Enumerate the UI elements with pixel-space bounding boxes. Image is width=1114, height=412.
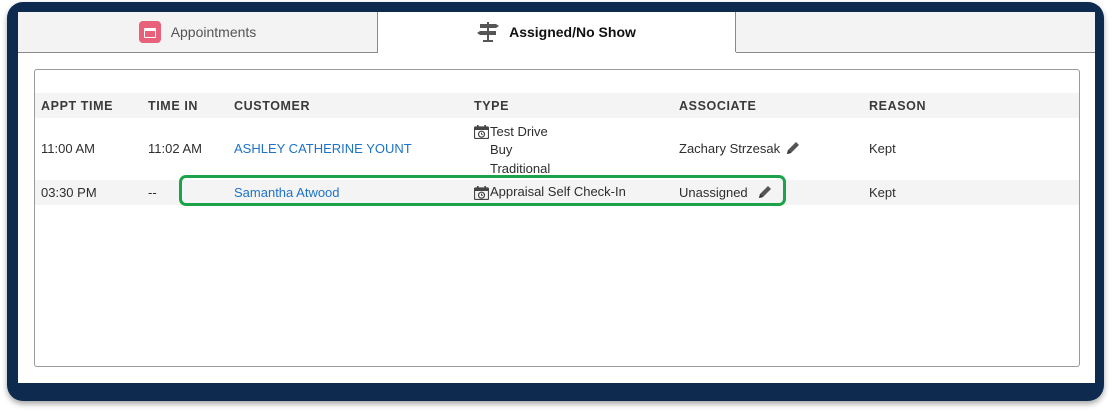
column-header-reason[interactable]: REASON <box>869 99 926 113</box>
time-in-cell: 11:02 AM <box>148 141 202 156</box>
column-header-type[interactable]: TYPE <box>474 99 509 113</box>
tab-assigned-no-show[interactable]: Assigned/No Show <box>378 12 736 52</box>
column-header-time-in[interactable]: TIME IN <box>148 99 198 113</box>
column-header-associate[interactable]: ASSOCIATE <box>679 99 756 113</box>
type-line: Test Drive <box>490 124 548 139</box>
tab-bar: Appointments Assigned/No Show <box>18 12 1095 53</box>
tab-appointments[interactable]: Appointments <box>18 12 378 53</box>
customer-link[interactable]: ASHLEY CATHERINE YOUNT <box>234 141 412 156</box>
highlight-box <box>179 175 786 206</box>
time-in-cell: -- <box>148 185 157 200</box>
appointments-table: APPT TIME TIME IN CUSTOMER TYPE ASSOCIAT… <box>34 69 1080 367</box>
calendar-icon <box>138 21 161 43</box>
appt-time-cell: 11:00 AM <box>41 141 95 156</box>
window-frame: Appointments Assigned/No Show APPT TIME … <box>7 2 1104 401</box>
appt-time-cell: 03:30 PM <box>41 185 97 200</box>
table-header: APPT TIME TIME IN CUSTOMER TYPE ASSOCIAT… <box>35 93 1079 118</box>
pencil-icon[interactable] <box>785 140 801 156</box>
table-row[interactable]: 11:00 AM 11:02 AM ASHLEY CATHERINE YOUNT… <box>35 119 1079 179</box>
reason-cell: Kept <box>869 141 896 156</box>
content-area: Appointments Assigned/No Show APPT TIME … <box>18 12 1095 383</box>
associate-cell: Zachary Strzesak <box>679 141 781 156</box>
column-header-customer[interactable]: CUSTOMER <box>234 99 310 113</box>
signpost-icon <box>477 22 500 42</box>
tab-appointments-label: Appointments <box>170 24 257 40</box>
column-header-appt-time[interactable]: APPT TIME <box>41 99 113 113</box>
type-line: Buy <box>490 142 513 157</box>
calendar-clock-icon <box>474 125 489 139</box>
reason-cell: Kept <box>869 185 896 200</box>
tab-assigned-label: Assigned/No Show <box>509 24 636 40</box>
tab-bar-filler <box>736 12 1095 53</box>
